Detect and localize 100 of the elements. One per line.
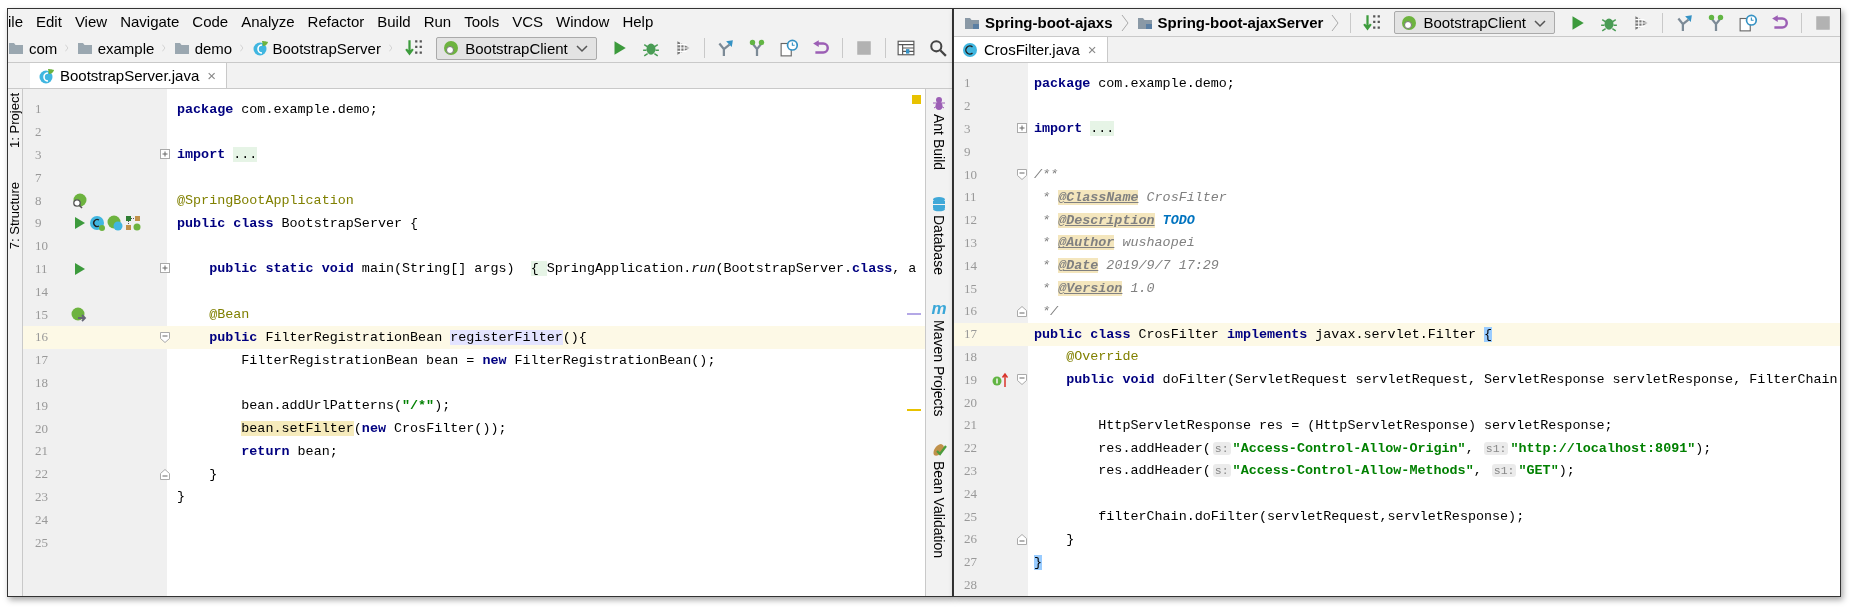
menu-item[interactable]: Help bbox=[616, 13, 661, 30]
line-number: 24 bbox=[34, 511, 49, 528]
branch-icon[interactable] bbox=[748, 39, 767, 57]
fold-icon[interactable] bbox=[160, 331, 170, 343]
code-line: return bean; bbox=[240, 443, 338, 459]
line-number: 3 bbox=[963, 121, 972, 137]
diagram-icon[interactable] bbox=[125, 215, 141, 232]
chevron-icon bbox=[1331, 12, 1340, 33]
run-config-dropdown[interactable]: BootstrapClient bbox=[436, 36, 597, 60]
line-number: 28 bbox=[963, 576, 978, 593]
line-number: 23 bbox=[963, 462, 978, 479]
tool-window-tab[interactable]: 7: Structure bbox=[8, 181, 22, 250]
line-number: 27 bbox=[963, 554, 978, 571]
code-line: * @Date 2019/9/7 17:29 bbox=[1041, 258, 1219, 274]
code-line: * @Description TODO bbox=[1041, 212, 1195, 228]
line-number: 16 bbox=[963, 303, 978, 320]
line-number: 19 bbox=[963, 371, 978, 388]
menu-item[interactable]: Analyze bbox=[235, 13, 302, 30]
code-line: filterChain.doFilter(servletRequest,servletResponse); bbox=[1097, 509, 1525, 525]
breadcrumb[interactable]: demo bbox=[173, 39, 233, 57]
menu-item[interactable]: Edit bbox=[30, 13, 69, 30]
menu-item[interactable]: Tools bbox=[458, 13, 507, 30]
menu-item[interactable]: Window bbox=[550, 13, 617, 30]
line-number: 22 bbox=[963, 440, 978, 457]
line-number: 12 bbox=[963, 212, 978, 229]
line-number: 23 bbox=[34, 488, 49, 505]
menu-item[interactable]: ile bbox=[8, 13, 30, 30]
breadcrumb[interactable]: Spring-boot-ajaxServer bbox=[1136, 14, 1324, 31]
update-icon[interactable] bbox=[716, 39, 735, 57]
tool-window-tab[interactable]: Database bbox=[931, 196, 947, 275]
line-number: 11 bbox=[34, 260, 49, 277]
menu-item[interactable]: Run bbox=[417, 13, 459, 30]
expand-icon[interactable] bbox=[160, 149, 170, 161]
database-icon bbox=[931, 196, 947, 213]
line-number: 20 bbox=[963, 394, 978, 411]
line-number: 14 bbox=[34, 283, 49, 300]
code-line: /** bbox=[1034, 167, 1059, 183]
expand-icon[interactable] bbox=[160, 263, 170, 275]
menu-item[interactable]: Build bbox=[371, 13, 418, 30]
line-number: 21 bbox=[963, 417, 978, 434]
status-square-icon bbox=[912, 95, 921, 104]
bean-search-icon[interactable] bbox=[71, 192, 87, 209]
line-number: 9 bbox=[34, 215, 43, 232]
line-number: 3 bbox=[34, 147, 43, 163]
run-config-dropdown[interactable]: BootstrapClient bbox=[1394, 11, 1555, 34]
fold-icon[interactable] bbox=[1017, 374, 1027, 386]
tool-window-tab[interactable]: m Maven Projects bbox=[931, 301, 947, 417]
sort-icon[interactable] bbox=[405, 39, 424, 57]
branch-icon[interactable] bbox=[1706, 13, 1725, 32]
line-number: 14 bbox=[963, 257, 978, 274]
maven-icon: m bbox=[931, 301, 947, 317]
breadcrumb[interactable]: com bbox=[8, 39, 58, 57]
spring-icon bbox=[443, 40, 460, 56]
line-number: 11 bbox=[963, 189, 978, 206]
close-button[interactable]: × bbox=[205, 67, 218, 84]
menu-item[interactable]: Refactor bbox=[301, 13, 372, 30]
sort-icon[interactable] bbox=[1363, 13, 1382, 32]
history-icon[interactable] bbox=[780, 39, 799, 57]
fold-icon[interactable] bbox=[1017, 169, 1027, 181]
menu-item[interactable]: Code bbox=[186, 13, 236, 30]
history-icon[interactable] bbox=[1738, 13, 1757, 32]
line-number: 7 bbox=[34, 169, 43, 186]
breadcrumb[interactable]: Spring-boot-ajaxs bbox=[964, 14, 1113, 31]
code-line: */ bbox=[1041, 303, 1059, 319]
menu-item[interactable]: View bbox=[68, 13, 115, 30]
menu-item[interactable]: Navigate bbox=[114, 13, 187, 30]
breadcrumb[interactable]: BootstrapServer bbox=[251, 39, 381, 57]
line-number: 24 bbox=[963, 485, 978, 502]
search-icon[interactable] bbox=[929, 39, 947, 57]
line-number: 2 bbox=[34, 124, 43, 141]
undo-icon[interactable] bbox=[812, 39, 831, 57]
interface-arrow-icon[interactable] bbox=[992, 371, 1008, 388]
line-number: 2 bbox=[963, 98, 972, 115]
menu-item[interactable]: VCS bbox=[506, 13, 551, 30]
undo-icon[interactable] bbox=[1770, 13, 1789, 32]
class-icon[interactable] bbox=[89, 215, 105, 232]
editor-tab[interactable]: CrosFilter.java × bbox=[954, 37, 1108, 62]
line-number: 18 bbox=[34, 374, 49, 391]
expand-icon[interactable] bbox=[1017, 123, 1027, 135]
fold-icon[interactable] bbox=[1017, 533, 1027, 545]
editor-tab[interactable]: BootstrapServer.java × bbox=[30, 63, 227, 88]
folder-icon bbox=[173, 40, 190, 56]
code-line: @Override bbox=[1065, 349, 1139, 365]
fold-icon[interactable] bbox=[160, 468, 170, 480]
code-line: * @Author wushaopei bbox=[1041, 235, 1195, 251]
breadcrumb[interactable]: example bbox=[76, 39, 155, 57]
tool-window-tab[interactable]: Bean Validation bbox=[931, 442, 947, 559]
error-stripe-mark bbox=[907, 313, 921, 315]
line-number: 25 bbox=[34, 534, 49, 551]
structure-icon[interactable] bbox=[897, 39, 915, 57]
line-number: 22 bbox=[34, 466, 49, 483]
close-button[interactable]: × bbox=[1085, 41, 1099, 58]
code-line: public FilterRegistrationBean registerFilter(){ bbox=[208, 329, 587, 345]
code-line: res.addHeader( s: "Access-Control-Allow-Origin", s1: "http://localhost:8091"); bbox=[1097, 440, 1712, 456]
tool-window-tab[interactable]: Ant Build bbox=[931, 95, 947, 171]
code-line: public class CrosFilter implements javax.servlet.Filter { bbox=[1034, 326, 1493, 342]
code-line: bean.setFilter(new CrosFilter()); bbox=[240, 421, 507, 437]
fold-icon[interactable] bbox=[1017, 305, 1027, 317]
tool-window-tab[interactable]: 1: Project bbox=[8, 93, 22, 148]
code-line: HttpServletResponse res = (HttpServletResponse) servletResponse; bbox=[1097, 417, 1613, 433]
